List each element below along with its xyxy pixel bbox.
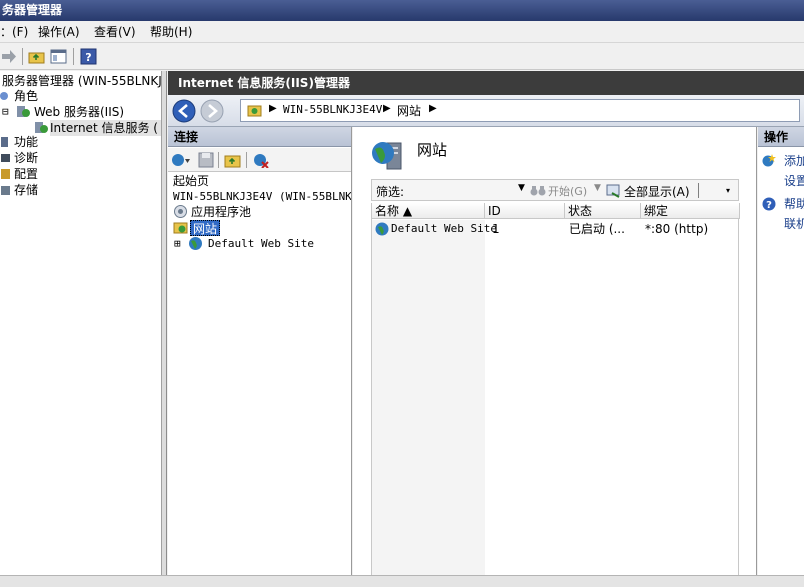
panel-splitter[interactable] bbox=[162, 71, 167, 575]
breadcrumb-arrow-icon[interactable]: ▶ bbox=[429, 103, 437, 114]
tree-item-features[interactable]: 功能 bbox=[14, 134, 38, 150]
menu-bar: ：(F) 操作(A) 查看(V) 帮助(H) bbox=[0, 21, 804, 43]
connections-title: 连接 bbox=[168, 127, 351, 147]
filter-dropdown-chevron-icon[interactable]: ▼ bbox=[518, 183, 525, 193]
tree-item-storage[interactable]: 存储 bbox=[14, 182, 38, 198]
start-filter-button[interactable]: 开始(G) bbox=[548, 183, 587, 199]
row-id: 1 bbox=[492, 222, 500, 236]
tree-expander-plus[interactable]: ⊞ bbox=[174, 236, 181, 252]
action-online-help[interactable]: 联机 bbox=[784, 216, 804, 232]
status-bar bbox=[0, 575, 804, 587]
forward-button[interactable] bbox=[200, 99, 224, 123]
tree-expander-minus[interactable]: ⊟ bbox=[2, 104, 9, 120]
menu-help[interactable]: 帮助(H) bbox=[150, 24, 192, 40]
toolbar: ? bbox=[0, 44, 804, 70]
storage-icon bbox=[1, 186, 10, 195]
tree-item-diagnostics[interactable]: 诊断 bbox=[14, 150, 38, 166]
help-icon: ? bbox=[762, 197, 776, 211]
filter-input[interactable] bbox=[410, 182, 520, 198]
connection-sites[interactable]: 网站 bbox=[190, 220, 221, 236]
column-header-id[interactable]: ID bbox=[485, 203, 565, 219]
add-site-icon bbox=[762, 154, 776, 167]
column-header-binding[interactable]: 绑定 bbox=[641, 203, 740, 219]
window-title-bar: 务器管理器 bbox=[0, 0, 804, 21]
server-manager-tree: 服务器管理器 (WIN-55BLNKJ3E4 角色 ⊟ Web 服务器(IIS)… bbox=[0, 71, 162, 575]
start-dropdown-chevron-icon[interactable]: ▼ bbox=[594, 183, 601, 193]
show-all-button[interactable]: 全部显示(A) bbox=[624, 183, 690, 200]
svg-text:?: ? bbox=[85, 51, 91, 64]
show-all-icon bbox=[606, 184, 620, 198]
breadcrumb-sites[interactable]: 网站 bbox=[397, 102, 421, 119]
table-row[interactable]: Default Web Site 1 已启动 (... *:80 (http) bbox=[372, 220, 740, 238]
actions-panel: 操作 添加 设置 ? 帮助 联机 bbox=[758, 127, 804, 575]
navigation-bar: ▶ WIN-55BLNKJ3E4V ▶ 网站 ▶ bbox=[168, 95, 804, 127]
connections-toolbar bbox=[168, 148, 351, 172]
sites-folder-icon bbox=[173, 222, 188, 234]
breadcrumb-arrow-icon[interactable]: ▶ bbox=[383, 103, 391, 114]
globe-icon bbox=[375, 222, 389, 236]
sorted-column-shade bbox=[372, 220, 485, 575]
up-folder-icon[interactable] bbox=[28, 48, 45, 65]
tree-item-configuration[interactable]: 配置 bbox=[14, 166, 38, 182]
connection-start-page[interactable]: 起始页 bbox=[173, 173, 209, 189]
iis-manager-title: Internet 信息服务(IIS)管理器 bbox=[178, 76, 350, 90]
connection-default-web-site[interactable]: Default Web Site bbox=[208, 236, 314, 252]
action-set-defaults[interactable]: 设置 bbox=[784, 173, 804, 189]
features-icon bbox=[1, 137, 8, 147]
connection-app-pools[interactable]: 应用程序池 bbox=[191, 204, 251, 220]
tree-item-web-server[interactable]: Web 服务器(IIS) bbox=[34, 104, 124, 120]
delete-connection-icon[interactable] bbox=[252, 152, 270, 168]
sites-title: 网站 bbox=[417, 141, 448, 159]
roles-icon bbox=[0, 92, 8, 100]
action-help[interactable]: 帮助 bbox=[784, 196, 804, 212]
toolbar-overflow-icon[interactable]: ▾ bbox=[726, 186, 730, 195]
diagnostics-icon bbox=[1, 154, 10, 162]
web-server-icon bbox=[17, 106, 30, 117]
column-header-name[interactable]: 名称 ▲ bbox=[372, 203, 485, 219]
globe-icon bbox=[189, 237, 202, 250]
row-name: Default Web Site bbox=[391, 222, 497, 235]
toolbar-separator bbox=[73, 48, 74, 65]
svg-text:?: ? bbox=[766, 200, 772, 211]
sites-content-panel: 网站 筛选: ▼ 开始(G) ▼ 全部显示(A) ▾ 名称 ▲ ID 状态 绑定 bbox=[353, 127, 757, 575]
column-header-status[interactable]: 状态 bbox=[565, 203, 641, 219]
iis-manager-icon bbox=[35, 122, 48, 133]
back-button[interactable] bbox=[172, 99, 196, 123]
toolbar-separator bbox=[246, 152, 247, 168]
address-home-icon bbox=[247, 105, 262, 117]
address-bar[interactable]: ▶ WIN-55BLNKJ3E4V ▶ 网站 ▶ bbox=[240, 99, 800, 122]
toolbar-separator bbox=[698, 183, 699, 198]
toolbar-separator bbox=[22, 48, 23, 65]
row-binding: *:80 (http) bbox=[645, 222, 709, 236]
sites-header-icon bbox=[372, 142, 402, 170]
toolbar-separator bbox=[218, 152, 219, 168]
window-title: 务器管理器 bbox=[2, 3, 63, 17]
connect-globe-icon[interactable] bbox=[171, 152, 191, 168]
connection-server[interactable]: WIN-55BLNKJ3E4V (WIN-55BLNKJ3E4 bbox=[173, 189, 351, 205]
save-icon[interactable] bbox=[198, 152, 214, 168]
menu-file[interactable]: ：(F) bbox=[0, 24, 28, 40]
tree-item-roles[interactable]: 角色 bbox=[14, 88, 38, 104]
action-add-site[interactable]: 添加 bbox=[784, 153, 804, 169]
forward-arrow-icon[interactable] bbox=[0, 48, 17, 65]
connections-panel: 连接 起始页 WIN-55BLNKJ3E4V (WIN-55BLNKJ3E4 应… bbox=[168, 127, 352, 575]
row-status: 已启动 (... bbox=[569, 222, 625, 236]
actions-title: 操作 bbox=[758, 127, 804, 147]
show-hide-tree-icon[interactable] bbox=[50, 48, 67, 65]
iis-manager-header: Internet 信息服务(IIS)管理器 bbox=[168, 71, 804, 95]
configuration-icon bbox=[1, 169, 10, 179]
tree-item-iis-manager[interactable]: Internet 信息服务 ( bbox=[50, 120, 161, 136]
menu-view[interactable]: 查看(V) bbox=[94, 24, 136, 40]
binoculars-icon bbox=[530, 186, 546, 196]
breadcrumb-arrow-icon[interactable]: ▶ bbox=[269, 103, 277, 114]
breadcrumb-server[interactable]: WIN-55BLNKJ3E4V bbox=[283, 103, 382, 116]
filter-bar: 筛选: ▼ 开始(G) ▼ 全部显示(A) ▾ bbox=[371, 179, 739, 201]
tree-item-server-manager[interactable]: 服务器管理器 (WIN-55BLNKJ3E4 bbox=[2, 73, 161, 89]
app-pool-icon bbox=[174, 205, 187, 218]
menu-action[interactable]: 操作(A) bbox=[38, 24, 80, 40]
help-icon[interactable]: ? bbox=[80, 48, 97, 65]
up-folder-icon[interactable] bbox=[224, 152, 241, 168]
sites-list: 名称 ▲ ID 状态 绑定 Default Web Site 1 已启动 (..… bbox=[371, 203, 740, 575]
filter-label: 筛选: bbox=[376, 185, 405, 199]
